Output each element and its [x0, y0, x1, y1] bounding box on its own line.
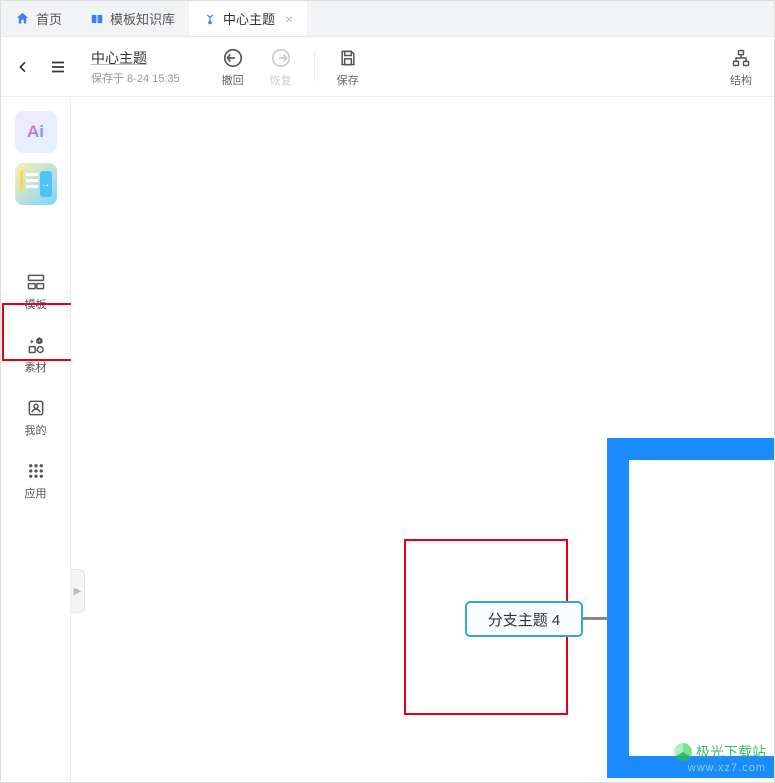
undo-button[interactable]: 撤回 [212, 46, 254, 88]
canvas[interactable]: ▶ 分支主题 4 中 [71, 97, 774, 782]
mindmap-icon [203, 12, 217, 26]
sidebar-ai-button[interactable]: Ai [15, 111, 57, 153]
ai-icon: Ai [27, 122, 44, 142]
save-icon [336, 46, 360, 70]
sidebar: Ai 模板 素材 我的 [1, 97, 71, 782]
watermark-url: www.xz7.com [688, 762, 766, 774]
tab-bar: 首页 模板知识库 中心主题 × [1, 1, 774, 37]
structure-button[interactable]: 结构 [720, 46, 762, 88]
redo-button[interactable]: 恢复 [260, 46, 302, 88]
tab-center-label: 中心主题 [223, 9, 275, 28]
sidebar-mine-label: 我的 [25, 422, 47, 438]
tab-templates-label: 模板知识库 [110, 9, 175, 28]
tab-templates[interactable]: 模板知识库 [76, 1, 189, 36]
structure-icon [729, 46, 753, 70]
sidebar-collapse-handle[interactable]: ▶ [71, 569, 85, 613]
sidebar-templates-label: 模板 [25, 296, 47, 312]
sidebar-item-materials[interactable]: 素材 [1, 328, 70, 381]
sidebar-item-apps[interactable]: 应用 [1, 454, 70, 507]
tab-center[interactable]: 中心主题 × [189, 1, 307, 36]
toolbar: 中心主题 保存于 8-24 15:35 撤回 恢复 保存 [1, 37, 774, 97]
center-node-inner: 中 [629, 460, 774, 756]
undo-label: 撤回 [222, 72, 244, 88]
redo-icon [269, 46, 293, 70]
sidebar-notes-button[interactable] [15, 163, 57, 205]
person-card-icon [25, 397, 47, 419]
home-icon [15, 11, 30, 26]
watermark-logo-icon [674, 743, 692, 761]
watermark-brand: 极光下载站 [696, 742, 766, 762]
close-icon[interactable]: × [285, 11, 293, 27]
save-label: 保存 [337, 72, 359, 88]
branch-node-label: 分支主题 4 [488, 609, 561, 630]
menu-button[interactable] [47, 56, 69, 78]
sidebar-item-mine[interactable]: 我的 [1, 391, 70, 444]
undo-icon [221, 46, 245, 70]
back-button[interactable] [13, 57, 33, 77]
redo-label: 恢复 [270, 72, 292, 88]
save-button[interactable]: 保存 [327, 46, 369, 88]
watermark: 极光下载站 www.xz7.com [674, 742, 766, 774]
save-timestamp: 保存于 8-24 15:35 [91, 70, 180, 86]
sidebar-materials-label: 素材 [25, 359, 47, 375]
document-title-block: 中心主题 保存于 8-24 15:35 [91, 48, 180, 86]
toolbar-divider [314, 52, 315, 82]
library-icon [90, 12, 104, 26]
materials-icon [25, 334, 47, 356]
main-area: Ai 模板 素材 我的 [1, 97, 774, 782]
sidebar-apps-label: 应用 [25, 485, 47, 501]
branch-node[interactable]: 分支主题 4 [465, 601, 583, 637]
sidebar-item-templates[interactable]: 模板 [1, 265, 70, 318]
structure-label: 结构 [730, 72, 752, 88]
templates-icon [25, 271, 47, 293]
document-title[interactable]: 中心主题 [91, 48, 180, 68]
center-node-frame[interactable]: 中 [607, 438, 774, 778]
tab-home-label: 首页 [36, 9, 62, 28]
tab-home[interactable]: 首页 [1, 1, 76, 36]
apps-grid-icon [25, 460, 47, 482]
